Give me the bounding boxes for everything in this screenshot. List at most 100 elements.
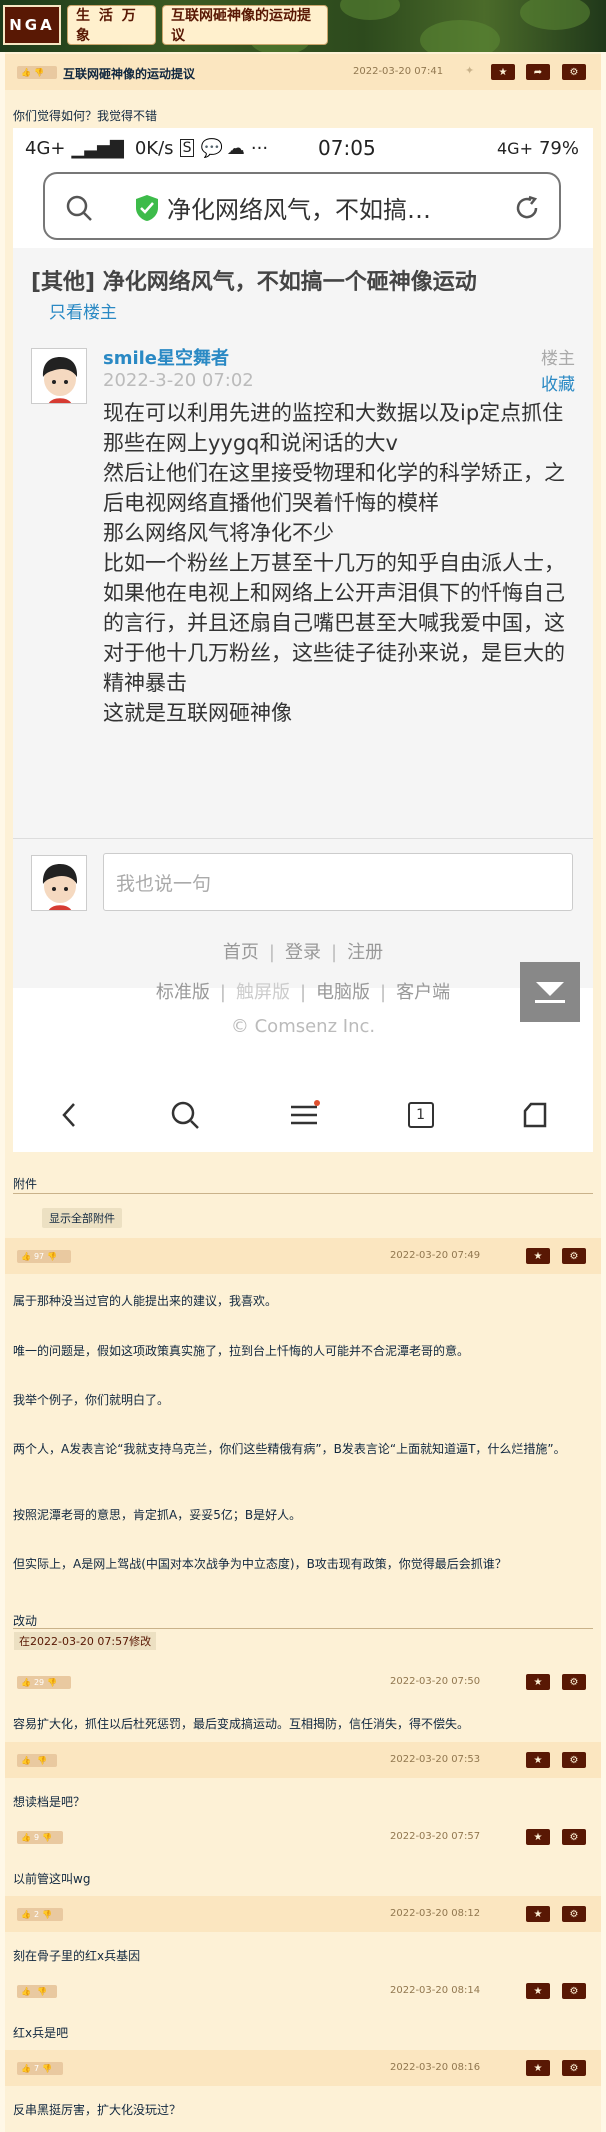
- reply-line: 容易扩大化，抓住以后杜死惩罚，最后变成搞运动。互相揭防，信任消失，得不偿失。: [13, 1717, 470, 1731]
- gear-icon[interactable]: ⚙: [562, 1248, 586, 1264]
- browser-nav-bar: 1: [13, 1083, 593, 1147]
- back-icon[interactable]: [57, 1101, 83, 1129]
- thumbs-down-icon: 👎: [42, 1910, 53, 1919]
- reply-line: 按照泥潭老哥的意思，肯定抓A，妥妥5亿；B是好人。: [13, 1508, 302, 1522]
- star-icon[interactable]: ★: [526, 1752, 550, 1768]
- signal-icon: ▁▃▅▇: [71, 137, 123, 159]
- avatar[interactable]: [31, 348, 87, 404]
- standard-version-link[interactable]: 标准版: [156, 982, 210, 1003]
- cloud-icon: ☁: [226, 137, 245, 159]
- star-icon[interactable]: ★: [526, 1829, 550, 1845]
- refresh-icon[interactable]: [513, 194, 541, 222]
- gear-icon[interactable]: ⚙: [562, 1752, 586, 1768]
- avatar: [31, 855, 87, 911]
- floor-label: 楼主: [541, 349, 575, 369]
- share-icon[interactable]: ➦: [526, 64, 550, 80]
- post-body: 现在可以利用先进的监控和大数据以及ip定点抓住那些在网上yygq和说闲话的大v …: [103, 398, 573, 728]
- comment-input[interactable]: 我也说一句: [103, 853, 573, 911]
- reply-line: 以前管这叫wg: [13, 1872, 91, 1886]
- star-icon[interactable]: ★: [491, 64, 515, 80]
- only-op-link[interactable]: 只看楼主: [49, 298, 117, 323]
- body-paragraph: 然后让他们在这里接受物理和化学的科学矫正，之后电视网络直播他们哭着忏悔的模样: [103, 461, 565, 515]
- reply-time: 2022-03-20 08:16: [390, 2062, 481, 2073]
- tabs-icon[interactable]: 1: [407, 1102, 434, 1128]
- post-title: 互联网砸神像的运动提议: [63, 67, 196, 81]
- touch-version-link[interactable]: 触屏版: [236, 982, 290, 1003]
- star-icon[interactable]: ★: [526, 1248, 550, 1264]
- menu-icon[interactable]: [288, 1100, 320, 1130]
- thumbs-up-icon: 👍: [21, 68, 31, 77]
- android-icon: ✦: [465, 64, 475, 77]
- edited-note: 在2022-03-20 07:57修改: [14, 1632, 157, 1650]
- url-bar[interactable]: 净化网络风气，不如搞…: [43, 172, 561, 240]
- divider: [13, 1193, 593, 1194]
- gear-icon[interactable]: ⚙: [562, 2060, 586, 2076]
- edit-label: 改动: [13, 1614, 38, 1628]
- rating-badge[interactable]: 👍 29 👎: [17, 1676, 71, 1689]
- thumbs-down-icon: 👎: [36, 1756, 47, 1765]
- thumbs-down-icon: 👎: [47, 1678, 58, 1687]
- rating-badge[interactable]: 👍 👎: [17, 1985, 57, 1998]
- star-icon[interactable]: ★: [526, 1674, 550, 1690]
- reply-line: 刻在骨子里的红x兵基因: [13, 1949, 141, 1963]
- shield-icon: [136, 195, 158, 221]
- reply-time: 2022-03-20 08:12: [390, 1908, 481, 1919]
- breadcrumb-forum[interactable]: 生 活 万 象: [67, 5, 156, 45]
- gear-icon[interactable]: ⚙: [562, 1906, 586, 1922]
- mobile-thread-view: [其他] 净化网络风气，不如搞一个砸神像运动 只看楼主 smile星空舞者 20…: [13, 248, 593, 1037]
- gear-icon[interactable]: ⚙: [562, 1829, 586, 1845]
- username-link[interactable]: smile星空舞者: [103, 344, 229, 370]
- home-icon[interactable]: [521, 1101, 549, 1129]
- star-icon[interactable]: ★: [526, 1906, 550, 1922]
- reply-time: 2022-03-20 07:57: [390, 1831, 481, 1842]
- reply-line: 红x兵是吧: [13, 2026, 69, 2040]
- reply-header: 👍 9 👎 2022-03-20 07:57 ★ ⚙: [5, 1819, 601, 1855]
- star-icon[interactable]: ★: [526, 1983, 550, 1999]
- embedded-screenshot: 4G+ ▁▃▅▇ 0K/s S 💬 ☁ ··· 07:05 4G+ 79% 净化…: [13, 128, 593, 1152]
- client-link[interactable]: 客户端: [396, 982, 450, 1003]
- breadcrumb-thread[interactable]: 互联网砸神像的运动提议: [162, 5, 328, 45]
- reply-line: 我举个例子，你们就明白了。: [13, 1393, 170, 1407]
- rating-badge[interactable]: 👍 👎: [17, 66, 57, 79]
- show-attachments-button[interactable]: 显示全部附件: [42, 1208, 122, 1228]
- footer-links: 首页 | 登录 | 注册: [222, 942, 384, 963]
- gear-icon[interactable]: ⚙: [562, 64, 586, 80]
- post-intro: 你们觉得如何？我觉得不错: [13, 109, 158, 123]
- reply-time: 2022-03-20 07:49: [390, 1250, 481, 1261]
- search-icon[interactable]: [170, 1100, 200, 1130]
- search-icon: [66, 195, 92, 221]
- thumbs-up-icon: 👍: [21, 2064, 31, 2073]
- attachments-label: 附件: [13, 1177, 38, 1191]
- nga-logo[interactable]: NGA: [3, 5, 61, 45]
- post-header: 👍 👎 互联网砸神像的运动提议 2022-03-20 07:41 ✦ ★ ➦ ⚙: [5, 54, 601, 90]
- pc-version-link[interactable]: 电脑版: [316, 982, 370, 1003]
- reply-line: 两个人，A发表言论“我就支持乌克兰，你们这些精俄有病”，B发表言论“上面就知道逼…: [13, 1442, 566, 1456]
- gear-icon[interactable]: ⚙: [562, 1674, 586, 1690]
- thread-title: [其他] 净化网络风气，不如搞一个砸神像运动: [31, 270, 477, 295]
- battery-level: 79%: [538, 137, 579, 159]
- reply-time: 2022-03-20 08:14: [390, 1985, 481, 1996]
- rating-badge[interactable]: 👍 👎: [17, 1754, 57, 1767]
- post-time: 2022-03-20 07:41: [353, 66, 444, 77]
- footer-register-link[interactable]: 注册: [347, 942, 383, 963]
- gear-icon[interactable]: ⚙: [562, 1983, 586, 1999]
- thumbs-up-icon: 👍: [21, 1910, 31, 1919]
- thumbs-down-icon: 👎: [36, 1987, 47, 1996]
- reply-time: 2022-03-20 07:50: [390, 1676, 481, 1687]
- reply-header: 👍 7 👎 2022-03-20 08:16 ★ ⚙: [5, 2050, 601, 2086]
- thumbs-up-icon: 👍: [21, 1678, 31, 1687]
- rating-badge[interactable]: 👍 2 👎: [17, 1908, 63, 1921]
- reply-header: 👍 👎 2022-03-20 08:14 ★ ⚙: [5, 1973, 601, 2009]
- star-icon[interactable]: ★: [526, 2060, 550, 2076]
- body-paragraph: 那么网络风气将净化不少: [103, 521, 334, 545]
- reply-line: 但实际上，A是网上驾战(中国对本次战争为中立态度)，B攻击现有政策，你觉得最后会…: [13, 1557, 507, 1571]
- scroll-down-icon[interactable]: [520, 962, 580, 1022]
- url-text: 净化网络风气，不如搞…: [167, 196, 431, 224]
- rating-badge[interactable]: 👍 97 👎: [17, 1250, 71, 1263]
- thumbs-down-icon: 👎: [42, 2064, 53, 2073]
- rating-badge[interactable]: 👍 9 👎: [17, 1831, 63, 1844]
- favorite-link[interactable]: 收藏: [541, 370, 575, 395]
- rating-badge[interactable]: 👍 7 👎: [17, 2062, 63, 2075]
- footer-home-link[interactable]: 首页: [223, 942, 259, 963]
- footer-login-link[interactable]: 登录: [285, 942, 321, 963]
